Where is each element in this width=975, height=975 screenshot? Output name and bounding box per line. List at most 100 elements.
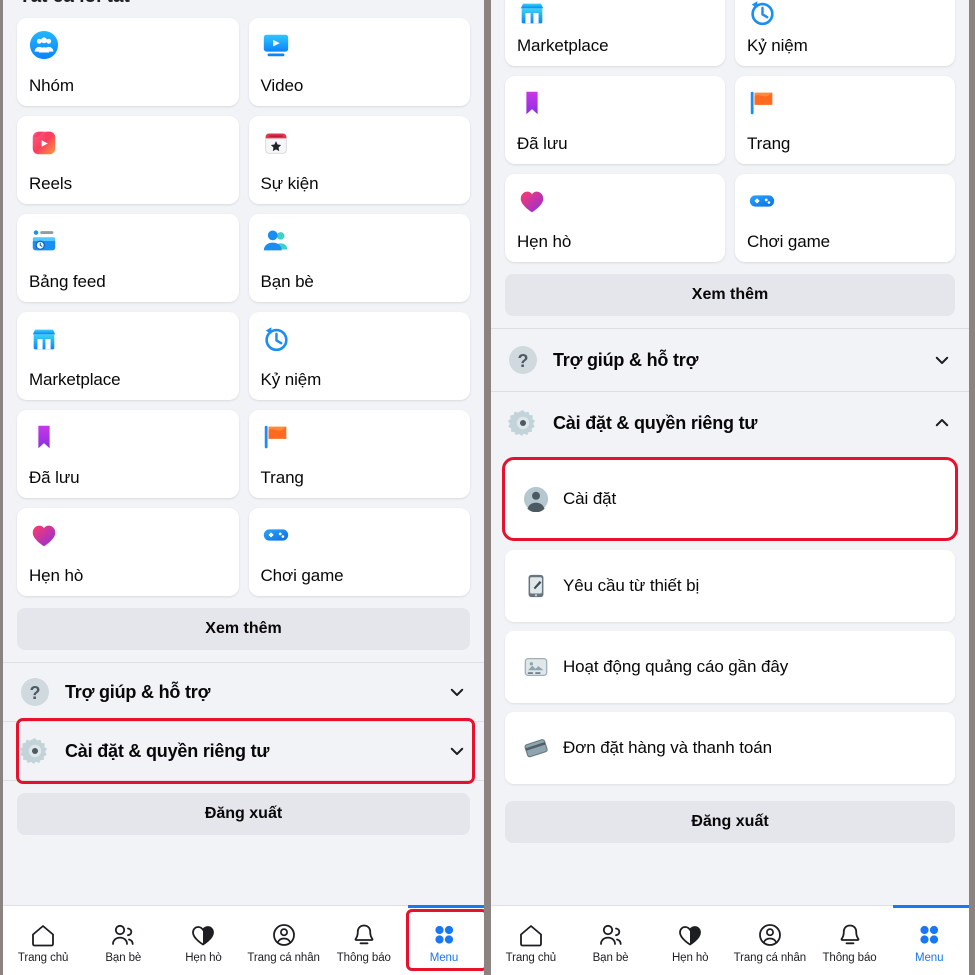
left-phone-screen: Tất cả lối tắt Nhóm bbox=[0, 0, 484, 975]
pages-icon bbox=[750, 91, 773, 115]
expandable-row-settings-privacy[interactable]: Cài đặt & quyền riêng tư bbox=[3, 718, 484, 784]
pages-icon bbox=[264, 425, 286, 449]
submenu-item-label: Đơn đặt hàng và thanh toán bbox=[563, 738, 772, 757]
shortcut-card-reels[interactable]: Reels bbox=[17, 116, 239, 204]
tab-label: Menu bbox=[429, 951, 459, 964]
left-scroll-area[interactable]: Tất cả lối tắt Nhóm bbox=[3, 0, 484, 905]
saved-icon bbox=[38, 425, 50, 449]
tab-label: Menu bbox=[915, 951, 944, 964]
submenu-item-orders-payments[interactable]: Đơn đặt hàng và thanh toán bbox=[505, 712, 955, 784]
svg-text:?: ? bbox=[518, 351, 529, 371]
shortcut-card-pages[interactable]: Trang bbox=[248, 410, 470, 498]
chevron-down-icon bbox=[935, 356, 949, 364]
all-shortcuts-header: Tất cả lối tắt bbox=[3, 0, 484, 10]
shortcut-label: Hẹn hò bbox=[517, 232, 572, 251]
see-more-button[interactable]: Xem thêm bbox=[505, 274, 955, 316]
shortcut-card-dating[interactable]: Hẹn hò bbox=[17, 508, 239, 596]
device-request-icon bbox=[528, 574, 544, 598]
dating-icon bbox=[520, 191, 544, 213]
tab-notifications[interactable]: Thông báo bbox=[810, 906, 890, 975]
question-circle-icon: ? bbox=[21, 678, 49, 706]
menu-grid-icon bbox=[920, 925, 939, 944]
shortcut-label: Trang bbox=[260, 468, 304, 487]
shortcut-label: Kỷ niệm bbox=[260, 370, 322, 389]
submenu-item-label: Cài đặt bbox=[563, 489, 617, 508]
shortcut-label: Chơi game bbox=[747, 232, 831, 251]
bottom-tabbar-right: Trang chủ Bạn bè Hẹn hò Trang cá nhân Th… bbox=[491, 905, 969, 975]
logout-button[interactable]: Đăng xuất bbox=[17, 793, 470, 835]
shortcut-label: Sự kiện bbox=[260, 174, 319, 193]
logout-wrap-right: Đăng xuất bbox=[491, 793, 969, 857]
bell-icon bbox=[354, 924, 374, 944]
right-scroll-area[interactable]: Marketplace Kỷ niệm Đã lưu Trang Hẹn hò … bbox=[491, 0, 969, 905]
expandable-row-settings-privacy[interactable]: Cài đặt & quyền riêng tư bbox=[491, 392, 969, 454]
tab-profile[interactable]: Trang cá nhân bbox=[730, 906, 810, 975]
all-shortcuts-header-label: Tất cả lối tắt bbox=[19, 0, 484, 8]
tab-dating[interactable]: Hẹn hò bbox=[650, 906, 730, 975]
shortcut-card-feeds[interactable]: Bảng feed bbox=[17, 214, 239, 302]
shortcut-card-dating[interactable]: Hẹn hò bbox=[505, 174, 725, 262]
submenu-item-settings[interactable]: Cài đặt bbox=[502, 457, 958, 541]
chevron-up-icon bbox=[935, 419, 949, 427]
tab-dating[interactable]: Hẹn hò bbox=[163, 906, 243, 975]
shortcuts-grid-left: Nhóm Video Reels Sự kiện Bảng feed Bạn b… bbox=[3, 10, 484, 602]
tab-label: Hẹn hò bbox=[185, 951, 222, 964]
tab-menu[interactable]: Menu bbox=[404, 905, 484, 975]
friends-outline-icon bbox=[599, 924, 622, 945]
menu-grid-icon bbox=[435, 925, 454, 944]
tab-label: Trang chủ bbox=[17, 951, 69, 964]
gaming-icon bbox=[263, 529, 288, 541]
see-more-button[interactable]: Xem thêm bbox=[17, 608, 470, 650]
shortcut-card-memories[interactable]: Kỷ niệm bbox=[248, 312, 470, 400]
shortcut-card-friends[interactable]: Bạn bè bbox=[248, 214, 470, 302]
tab-label: Hẹn hò bbox=[671, 951, 709, 964]
chevron-down-icon bbox=[450, 747, 464, 755]
tab-home[interactable]: Trang chủ bbox=[3, 906, 83, 975]
profile-icon bbox=[272, 923, 295, 946]
shortcut-card-groups[interactable]: Nhóm bbox=[17, 18, 239, 106]
logout-button[interactable]: Đăng xuất bbox=[505, 801, 955, 843]
expandable-row-help[interactable]: ? Trợ giúp & hỗ trợ bbox=[3, 663, 484, 721]
shortcut-card-saved[interactable]: Đã lưu bbox=[17, 410, 239, 498]
shortcut-card-memories[interactable]: Kỷ niệm bbox=[735, 0, 955, 66]
shortcuts-grid-right: Marketplace Kỷ niệm Đã lưu Trang Hẹn hò … bbox=[491, 0, 969, 268]
bottom-tabbar-left: Trang chủ Bạn bè Hẹn hò Trang cá nhân Th… bbox=[3, 905, 484, 975]
submenu-item-label: Yêu cầu từ thiết bị bbox=[563, 576, 700, 595]
tab-profile[interactable]: Trang cá nhân bbox=[244, 906, 324, 975]
tab-friends[interactable]: Bạn bè bbox=[83, 906, 163, 975]
shortcut-card-marketplace[interactable]: Marketplace bbox=[505, 0, 725, 66]
settings-submenu: Cài đặt Yêu cầu từ thiết bị Hoạt động qu… bbox=[491, 454, 969, 784]
shortcut-label: Nhóm bbox=[29, 76, 74, 95]
tab-home[interactable]: Trang chủ bbox=[491, 906, 571, 975]
tab-menu[interactable]: Menu bbox=[889, 905, 969, 975]
submenu-item-device-requests[interactable]: Yêu cầu từ thiết bị bbox=[505, 550, 955, 622]
expandable-row-label: Cài đặt & quyền riêng tư bbox=[65, 740, 270, 761]
feeds-icon bbox=[32, 230, 56, 251]
shortcut-card-pages[interactable]: Trang bbox=[735, 76, 955, 164]
expandable-row-help[interactable]: ? Trợ giúp & hỗ trợ bbox=[491, 329, 969, 391]
shortcut-card-gaming[interactable]: Chơi game bbox=[735, 174, 955, 262]
memories-icon bbox=[264, 327, 288, 352]
logout-wrap-left: Đăng xuất bbox=[3, 781, 484, 849]
shortcut-card-gaming[interactable]: Chơi game bbox=[248, 508, 470, 596]
memories-icon bbox=[751, 1, 774, 26]
bell-icon bbox=[840, 924, 859, 944]
shortcut-label: Video bbox=[260, 76, 304, 95]
shortcut-card-marketplace[interactable]: Marketplace bbox=[17, 312, 239, 400]
submenu-item-ad-activity[interactable]: Hoạt động quảng cáo gần đây bbox=[505, 631, 955, 703]
saved-icon bbox=[526, 91, 538, 115]
tab-label: Thông báo bbox=[336, 951, 391, 964]
shortcut-card-video[interactable]: Video bbox=[248, 18, 470, 106]
groups-icon bbox=[29, 30, 59, 60]
shortcut-label: Đã lưu bbox=[517, 134, 568, 153]
shortcut-label: Trang bbox=[747, 134, 791, 153]
shortcut-label: Kỷ niệm bbox=[747, 36, 808, 55]
tab-notifications[interactable]: Thông báo bbox=[324, 906, 404, 975]
shortcut-label: Marketplace bbox=[29, 370, 121, 389]
events-icon bbox=[264, 133, 287, 154]
shortcut-card-events[interactable]: Sự kiện bbox=[248, 116, 470, 204]
account-avatar-icon bbox=[523, 486, 549, 512]
shortcut-card-saved[interactable]: Đã lưu bbox=[505, 76, 725, 164]
dating-heart-icon bbox=[679, 925, 702, 945]
tab-friends[interactable]: Bạn bè bbox=[571, 906, 651, 975]
